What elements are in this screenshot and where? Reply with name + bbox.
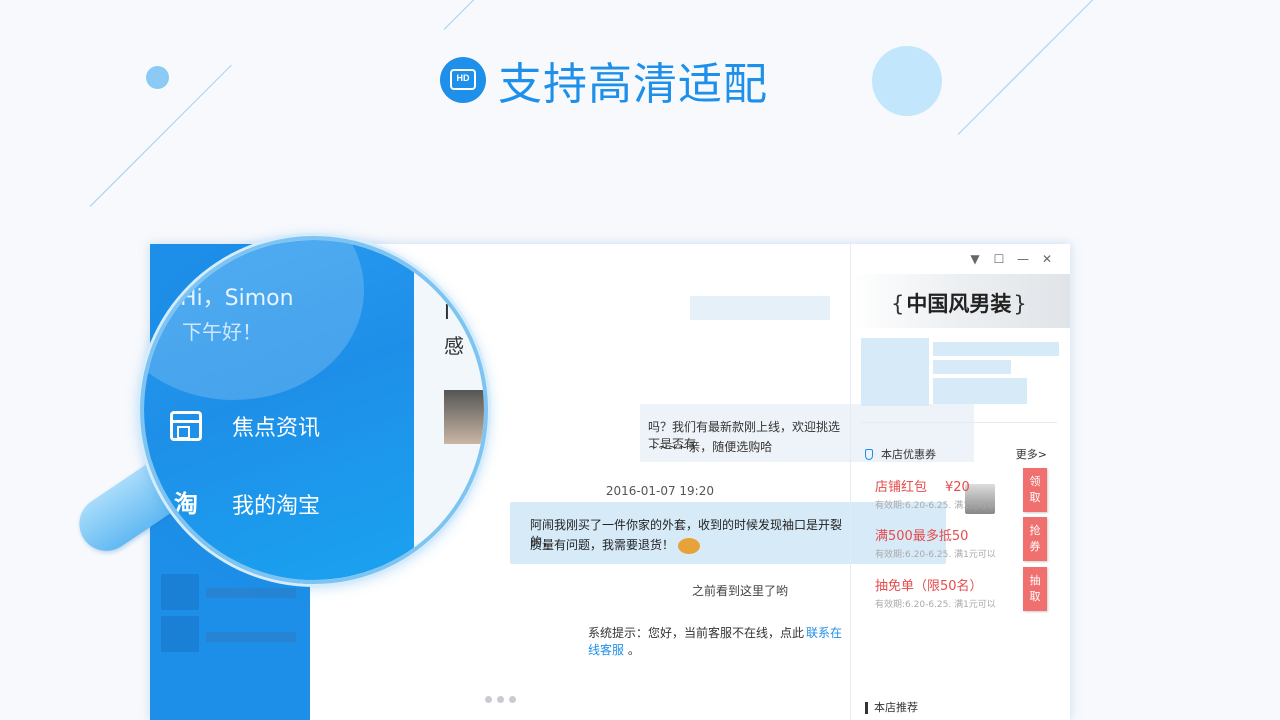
- tag-icon: [865, 448, 873, 460]
- coupon-validity: 有效期:6.20-6.25. 满1元可以: [875, 600, 996, 610]
- incoming-message-line: ~~~~亲，随便选购哈: [648, 440, 773, 454]
- coupon-action-label: 抢 券: [1029, 524, 1041, 553]
- shop-panel: 中国风男装 本店优惠券 更多> 店铺红包 ¥20 有效期:6.20-6.25. 满…: [850, 244, 1070, 720]
- decor-dot: [146, 66, 169, 89]
- time-greeting: 下午好！: [182, 320, 262, 344]
- sidebar-item-ghost-label: [206, 632, 296, 642]
- chat-title-fragment: 感: [444, 334, 464, 358]
- avatar[interactable]: [444, 390, 484, 444]
- shop-info-placeholder: [933, 342, 1059, 356]
- draw-coupon-button[interactable]: 抽 取: [1023, 567, 1047, 611]
- sidebar-item-label: 我的淘宝: [232, 494, 321, 519]
- shop-info-placeholder: [933, 360, 1011, 374]
- claim-coupon-button[interactable]: 领 取: [1023, 468, 1047, 512]
- chat-title-fragment: I: [444, 300, 450, 324]
- coupons-header: 本店优惠券 更多>: [865, 446, 1047, 462]
- grab-coupon-button[interactable]: 抢 券: [1023, 517, 1047, 561]
- system-notice-suffix: 。: [627, 643, 640, 657]
- coupons-header-label: 本店优惠券: [881, 448, 936, 461]
- coupon-action-label: 领 取: [1029, 475, 1041, 504]
- sidebar-item-my-taobao[interactable]: 淘 我的淘宝: [170, 488, 320, 520]
- decor-line: [443, 0, 475, 30]
- coupon-title: 店铺红包 ¥20: [875, 476, 996, 495]
- shop-logo-placeholder: [861, 338, 929, 406]
- taobao-icon: 淘: [174, 490, 198, 518]
- outgoing-message-line: 质量有问题，我需要退货！: [530, 536, 701, 554]
- shop-recommend-header: 本店推荐: [865, 702, 918, 714]
- coupon-validity: 有效期:6.20-6.25. 满1元可以: [875, 550, 996, 560]
- shop-info-placeholder: [933, 378, 1027, 404]
- coupon-validity: 有效期:6.20-6.25. 满1元可以: [875, 501, 996, 511]
- hd-screen-icon: HD: [440, 57, 486, 103]
- coupon-item: 满500最多抵50 有效期:6.20-6.25. 满1元可以: [875, 525, 996, 560]
- news-icon: [170, 411, 202, 441]
- magnifier-lens: I 感 Hi，Simon 下午好！ 焦点资讯 淘 我的淘宝: [140, 236, 488, 584]
- shop-name: 中国风男装: [891, 288, 1027, 318]
- sidebar-item-news[interactable]: 焦点资讯: [170, 410, 320, 442]
- coupon-amount: ¥20: [945, 480, 970, 495]
- sidebar-item-ghost[interactable]: [161, 616, 199, 652]
- system-notice: 系统提示：您好，当前客服不在线，点此 联系在线客服 。: [588, 624, 850, 658]
- history-divider: 之前看到这里了哟: [692, 584, 789, 598]
- decor-dot: [872, 46, 942, 116]
- coupon-title-text: 店铺红包: [875, 480, 928, 495]
- more-coupons-link[interactable]: 更多>: [1016, 446, 1047, 462]
- more-dots-icon[interactable]: [485, 696, 516, 703]
- message-timestamp: 2016-01-07 19:20: [605, 484, 714, 498]
- system-notice-text: 系统提示：您好，当前客服不在线，点此: [588, 626, 805, 640]
- headline-text: 支持高清适配: [498, 59, 768, 110]
- decor-line: [957, 0, 1095, 135]
- divider: [861, 422, 1057, 423]
- coupon-title: 满500最多抵50: [875, 529, 969, 544]
- sidebar-item-ghost-label: [206, 588, 296, 598]
- chat-header-placeholder: [690, 296, 830, 320]
- coupon-item: 抽免单（限50名） 有效期:6.20-6.25. 满1元可以: [875, 575, 996, 610]
- outgoing-message-text: 质量有问题，我需要退货！: [530, 538, 675, 552]
- coupon-title: 抽免单（限50名）: [875, 579, 983, 594]
- coupon-action-label: 抽 取: [1029, 574, 1041, 603]
- coupon-item: 店铺红包 ¥20 有效期:6.20-6.25. 满1元可以: [875, 476, 996, 511]
- user-greeting: Hi，Simon: [180, 286, 294, 311]
- sidebar-item-label: 焦点资讯: [232, 416, 321, 441]
- headline: HD 支持高清适配: [440, 50, 768, 110]
- emoji-icon: [678, 537, 701, 554]
